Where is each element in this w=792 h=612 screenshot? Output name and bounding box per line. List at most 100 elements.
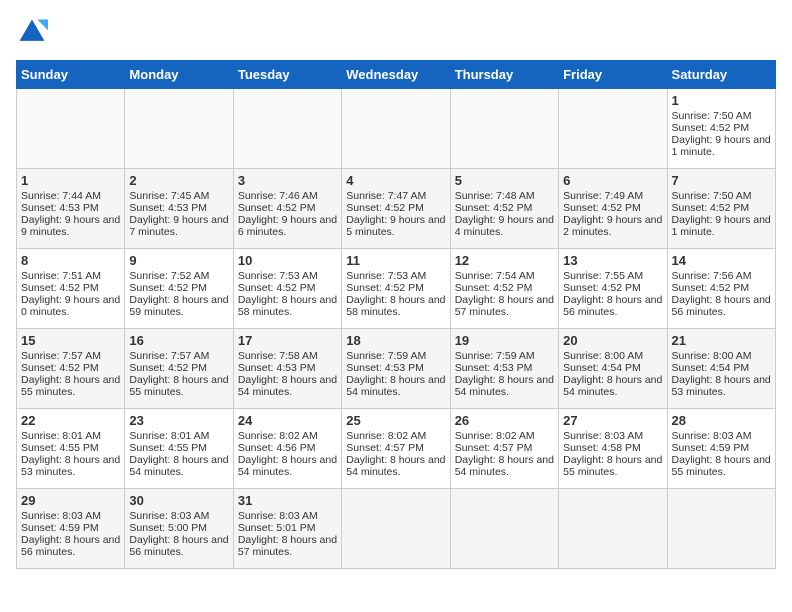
sunrise: Sunrise: 7:59 AM: [455, 350, 535, 362]
day-number: 17: [238, 333, 337, 348]
calendar-header-row: SundayMondayTuesdayWednesdayThursdayFrid…: [17, 61, 776, 89]
calendar-cell: 20Sunrise: 8:00 AMSunset: 4:54 PMDayligh…: [559, 329, 667, 409]
sunrise: Sunrise: 7:57 AM: [21, 350, 101, 362]
day-number: 9: [129, 253, 228, 268]
calendar-cell: [17, 89, 125, 169]
calendar-cell: [450, 489, 558, 569]
sunset: Sunset: 4:52 PM: [346, 282, 424, 294]
day-number: 10: [238, 253, 337, 268]
calendar-cell: 22Sunrise: 8:01 AMSunset: 4:55 PMDayligh…: [17, 409, 125, 489]
sunrise: Sunrise: 7:45 AM: [129, 190, 209, 202]
sunrise: Sunrise: 7:51 AM: [21, 270, 101, 282]
calendar-cell: [450, 89, 558, 169]
calendar-cell: 25Sunrise: 8:02 AMSunset: 4:57 PMDayligh…: [342, 409, 450, 489]
calendar-cell: 19Sunrise: 7:59 AMSunset: 4:53 PMDayligh…: [450, 329, 558, 409]
calendar-cell: 4 Sunrise: 7:47 AMSunset: 4:52 PMDaylight…: [342, 169, 450, 249]
day-number: 12: [455, 253, 554, 268]
col-header-friday: Friday: [559, 61, 667, 89]
day-number: 13: [563, 253, 662, 268]
sunrise: Sunrise: 7:59 AM: [346, 350, 426, 362]
daylight: Daylight: 9 hours and 9 minutes.: [21, 214, 120, 238]
sunset: Sunset: 4:53 PM: [21, 202, 99, 214]
sunrise: Sunrise: 7:50 AM: [672, 190, 752, 202]
daylight: Daylight: 8 hours and 54 minutes.: [455, 454, 554, 478]
daylight: Daylight: 9 hours and 1 minute.: [672, 214, 771, 238]
day-number: 21: [672, 333, 771, 348]
sunrise: Sunrise: 7:54 AM: [455, 270, 535, 282]
col-header-monday: Monday: [125, 61, 233, 89]
sunset: Sunset: 4:52 PM: [455, 202, 533, 214]
day-number: 29: [21, 493, 120, 508]
sunrise: Sunrise: 8:01 AM: [21, 430, 101, 442]
daylight: Daylight: 8 hours and 56 minutes.: [21, 534, 120, 558]
daylight: Daylight: 9 hours and 6 minutes.: [238, 214, 337, 238]
calendar-cell: 16Sunrise: 7:57 AMSunset: 4:52 PMDayligh…: [125, 329, 233, 409]
sunrise: Sunrise: 7:56 AM: [672, 270, 752, 282]
calendar-cell: [342, 89, 450, 169]
day-number: 5: [455, 173, 554, 188]
sunset: Sunset: 5:01 PM: [238, 522, 316, 534]
daylight: Daylight: 9 hours and 5 minutes.: [346, 214, 445, 238]
calendar-cell: [125, 89, 233, 169]
sunset: Sunset: 4:54 PM: [563, 362, 641, 374]
calendar-cell: 6Sunrise: 7:49 AMSunset: 4:52 PMDaylight…: [559, 169, 667, 249]
calendar-cell: 17Sunrise: 7:58 AMSunset: 4:53 PMDayligh…: [233, 329, 341, 409]
day-number: 16: [129, 333, 228, 348]
sunset: Sunset: 4:59 PM: [21, 522, 99, 534]
daylight: Daylight: 8 hours and 54 minutes.: [238, 374, 337, 398]
day-number: 23: [129, 413, 228, 428]
sunrise: Sunrise: 7:49 AM: [563, 190, 643, 202]
sunset: Sunset: 4:56 PM: [238, 442, 316, 454]
calendar-cell: 30Sunrise: 8:03 AMSunset: 5:00 PMDayligh…: [125, 489, 233, 569]
daylight: Daylight: 8 hours and 59 minutes.: [129, 294, 228, 318]
sunrise: Sunrise: 7:46 AM: [238, 190, 318, 202]
day-number: 15: [21, 333, 120, 348]
col-header-wednesday: Wednesday: [342, 61, 450, 89]
calendar-cell: 21Sunrise: 8:00 AMSunset: 4:54 PMDayligh…: [667, 329, 775, 409]
day-number: 4: [346, 173, 445, 188]
calendar-cell: 10Sunrise: 7:53 AMSunset: 4:52 PMDayligh…: [233, 249, 341, 329]
daylight: Daylight: 8 hours and 56 minutes.: [129, 534, 228, 558]
sunset: Sunset: 4:52 PM: [238, 282, 316, 294]
daylight: Daylight: 8 hours and 54 minutes.: [346, 374, 445, 398]
logo-icon: [16, 16, 48, 48]
daylight: Daylight: 9 hours and 7 minutes.: [129, 214, 228, 238]
calendar-week-row: 29Sunrise: 8:03 AMSunset: 4:59 PMDayligh…: [17, 489, 776, 569]
daylight: Daylight: 8 hours and 58 minutes.: [346, 294, 445, 318]
sunset: Sunset: 4:57 PM: [455, 442, 533, 454]
calendar-cell: 5Sunrise: 7:48 AMSunset: 4:52 PMDaylight…: [450, 169, 558, 249]
calendar-week-row: 15Sunrise: 7:57 AMSunset: 4:52 PMDayligh…: [17, 329, 776, 409]
sunset: Sunset: 4:53 PM: [129, 202, 207, 214]
sunset: Sunset: 4:52 PM: [672, 122, 750, 134]
day-number: 1: [21, 173, 120, 188]
col-header-saturday: Saturday: [667, 61, 775, 89]
sunrise: Sunrise: 8:03 AM: [129, 510, 209, 522]
day-number: 31: [238, 493, 337, 508]
sunset: Sunset: 4:52 PM: [129, 362, 207, 374]
sunset: Sunset: 4:52 PM: [21, 362, 99, 374]
day-number: 20: [563, 333, 662, 348]
sunset: Sunset: 4:52 PM: [238, 202, 316, 214]
calendar-cell: 23Sunrise: 8:01 AMSunset: 4:55 PMDayligh…: [125, 409, 233, 489]
sunset: Sunset: 4:52 PM: [455, 282, 533, 294]
day-number: 1: [672, 93, 771, 108]
sunset: Sunset: 4:52 PM: [346, 202, 424, 214]
day-number: 27: [563, 413, 662, 428]
sunrise: Sunrise: 7:44 AM: [21, 190, 101, 202]
calendar-cell: [233, 89, 341, 169]
sunrise: Sunrise: 7:53 AM: [238, 270, 318, 282]
sunset: Sunset: 4:58 PM: [563, 442, 641, 454]
sunset: Sunset: 4:52 PM: [21, 282, 99, 294]
sunrise: Sunrise: 8:02 AM: [238, 430, 318, 442]
daylight: Daylight: 8 hours and 57 minutes.: [455, 294, 554, 318]
sunrise: Sunrise: 8:00 AM: [672, 350, 752, 362]
sunset: Sunset: 5:00 PM: [129, 522, 207, 534]
calendar-cell: 3Sunrise: 7:46 AMSunset: 4:52 PMDaylight…: [233, 169, 341, 249]
sunrise: Sunrise: 8:00 AM: [563, 350, 643, 362]
calendar-cell: 13Sunrise: 7:55 AMSunset: 4:52 PMDayligh…: [559, 249, 667, 329]
sunrise: Sunrise: 7:53 AM: [346, 270, 426, 282]
calendar-cell: 27Sunrise: 8:03 AMSunset: 4:58 PMDayligh…: [559, 409, 667, 489]
calendar-cell: 11Sunrise: 7:53 AMSunset: 4:52 PMDayligh…: [342, 249, 450, 329]
sunset: Sunset: 4:52 PM: [563, 202, 641, 214]
sunrise: Sunrise: 7:47 AM: [346, 190, 426, 202]
